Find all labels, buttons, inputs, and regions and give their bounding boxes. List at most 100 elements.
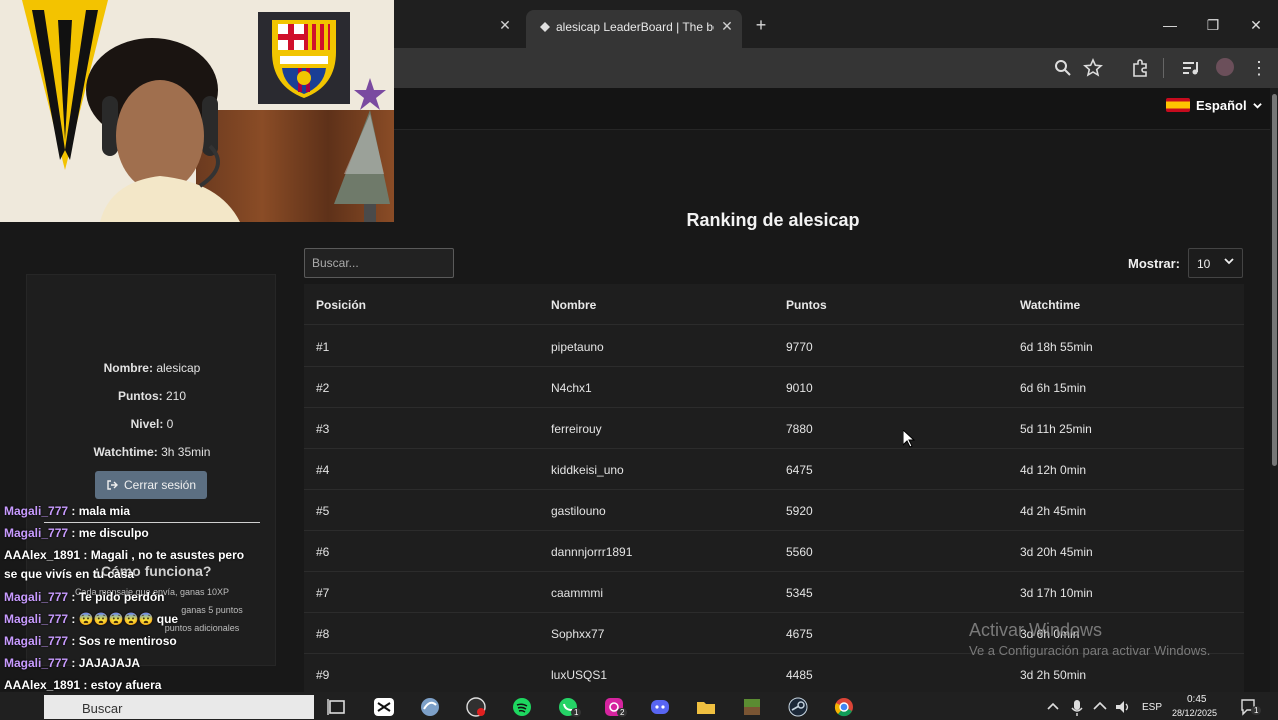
streamer-webcam-image [86,38,240,222]
activation-watermark-title: Activar Windows [969,620,1103,640]
column-header-name[interactable]: Nombre [551,298,596,312]
chat-text: : 😨😨😨😨😨 que [68,612,179,626]
chat-username: Magali_777 [4,590,69,604]
clock-time[interactable]: 0:45 [1187,694,1206,705]
spotify-icon[interactable] [511,697,533,717]
restore-icon[interactable]: ❐ [1204,16,1222,34]
screen: ✕ alesicap LeaderBoard | The best ✕ + — … [0,0,1278,720]
row-points: 9010 [786,381,813,395]
search-input[interactable] [304,248,454,278]
chevron-down-icon [1224,258,1234,265]
bookmark-star-icon[interactable] [1083,58,1103,78]
activation-watermark-subtitle: Ve a Configuración para activar Windows. [969,643,1211,658]
column-header-points[interactable]: Puntos [786,298,827,312]
chat-username: AAAlex_1891 [4,678,81,692]
tray-chevron-up-icon[interactable] [1046,697,1060,717]
minecraft-icon[interactable] [741,697,763,717]
row-name: N4chx1 [551,381,592,395]
row-watchtime: 5d 11h 25min [1020,422,1092,436]
logout-icon [107,480,118,490]
table-row: #1 pipetauno 9770 6d 18h 55min [304,326,1244,367]
row-position: #6 [316,545,330,559]
taskbar-search-label: Buscar [82,701,123,716]
ranking-table: Posición Nombre Puntos Watchtime #1 pipet… [304,284,1244,695]
zoom-icon[interactable] [1053,58,1073,78]
microphone-icon[interactable] [1070,697,1084,717]
column-header-watchtime[interactable]: Watchtime [1020,298,1080,312]
row-watchtime: 3d 20h 45min [1020,545,1093,559]
volume-icon[interactable] [1114,697,1132,717]
page-size-select[interactable]: 10 [1188,248,1243,278]
extensions-icon[interactable] [1130,58,1150,78]
table-header: Posición Nombre Puntos Watchtime [304,284,1244,325]
profile-watchtime-label: Watchtime: [93,445,158,459]
row-position: #9 [316,668,330,682]
chat-text: : Te pido perdón [68,590,165,604]
steam-icon[interactable] [787,697,809,717]
row-name: gastilouno [551,504,606,518]
chrome-icon[interactable] [833,697,855,717]
row-name: Sophxx77 [551,627,605,641]
profile-level: Nivel: 0 [27,417,277,431]
tab-close-icon[interactable]: ✕ [720,19,734,33]
chat-divider [44,522,260,523]
profile-watchtime-value: 3h 35min [161,445,211,459]
previous-tab-close-icon[interactable]: ✕ [498,18,512,32]
task-view-icon[interactable] [326,697,348,717]
app-bird-icon[interactable] [419,697,441,717]
christmas-tree-image [334,78,390,222]
file-explorer-icon[interactable] [695,697,717,717]
row-points: 4485 [786,668,813,682]
profile-name: Nombre: alesicap [27,361,277,375]
obs-icon[interactable] [465,697,487,717]
chat-message: Magali_777 : mala mia [4,504,130,518]
profile-avatar[interactable] [1216,58,1234,76]
browser-menu-icon[interactable]: ⋮ [1250,56,1268,80]
row-name: kiddkeisi_uno [551,463,624,477]
taskbar-search-box[interactable]: Buscar [44,695,314,719]
stream-chat-overlay: Magali_777 : mala mia Magali_777 : me dis… [0,502,262,714]
scrollbar-thumb[interactable] [1272,94,1277,466]
chat-message: AAAlex_1891 : Magali , no te asustes per… [4,548,244,562]
tab-title: alesicap LeaderBoard | The best [556,20,714,34]
profile-level-label: Nivel: [130,417,164,431]
chat-message: Magali_777 : me disculpo [4,526,149,540]
instagram-badge: 2 [617,708,628,717]
notifications-badge: 1 [1251,706,1262,715]
chevron-down-icon [1252,102,1262,109]
logout-label: Cerrar sesión [123,478,197,492]
logout-button[interactable]: Cerrar sesión [95,471,207,499]
tab-leaderboard[interactable]: alesicap LeaderBoard | The best ✕ [526,10,742,48]
media-control-icon[interactable] [1180,58,1200,78]
chat-text: : mala mia [68,504,131,518]
capcut-icon[interactable] [373,697,395,717]
chat-text: : Sos re mentiroso [68,634,177,648]
tab-favicon-icon [540,22,550,32]
profile-points-value: 210 [165,389,187,403]
chat-message: Magali_777 : Te pido perdón [4,590,164,604]
table-row: #5 gastilouno 5920 4d 2h 45min [304,490,1244,531]
webcam-overlay [0,0,394,222]
input-language-indicator[interactable]: ESP [1142,702,1162,713]
row-points: 7880 [786,422,813,436]
discord-icon[interactable] [649,697,671,717]
steam-tray-icon[interactable] [1092,697,1108,717]
row-points: 9770 [786,340,813,354]
new-tab-icon[interactable]: + [752,16,770,34]
minimize-icon[interactable]: — [1161,16,1179,34]
page-title: Ranking de alesicap [686,210,860,230]
table-row: #2 N4chx1 9010 6d 6h 15min [304,367,1244,408]
language-label: Español [1196,97,1247,113]
language-selector[interactable]: Español [1166,96,1262,114]
window-close-icon[interactable]: ✕ [1247,16,1265,34]
chat-username: Magali_777 [4,504,69,518]
row-position: #7 [316,586,330,600]
table-row: #3 ferreirouy 7880 5d 11h 25min [304,408,1244,449]
profile-level-value: 0 [166,417,174,431]
chat-message: Magali_777 : JAJAJAJA [4,656,140,670]
column-header-position[interactable]: Posición [316,298,366,312]
profile-name-label: Nombre: [103,361,153,375]
row-points: 4675 [786,627,813,641]
chat-text: : JAJAJAJA [68,656,141,670]
clock-date[interactable]: 28/12/2025 [1172,708,1217,718]
